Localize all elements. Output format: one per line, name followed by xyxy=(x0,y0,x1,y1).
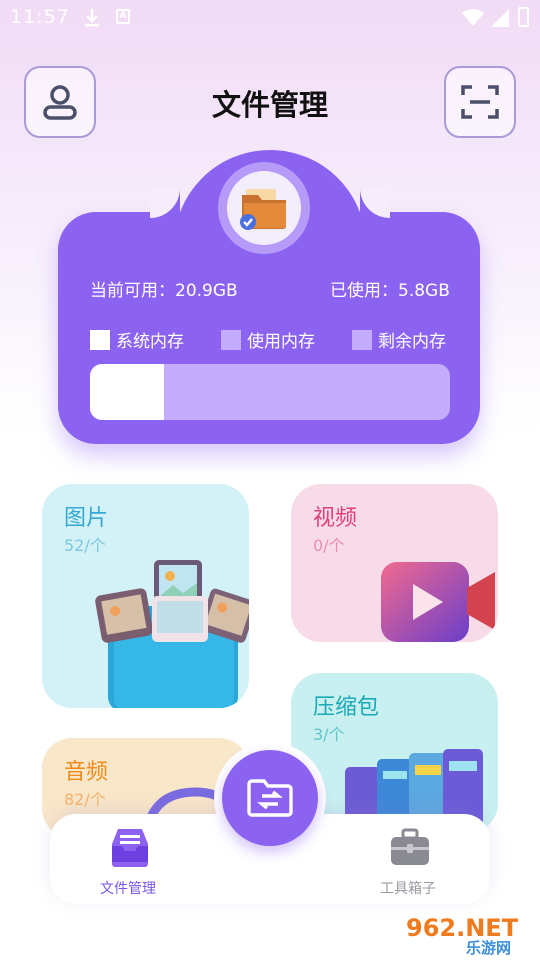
category-audio-name: 音频 xyxy=(64,760,109,785)
scan-button[interactable] xyxy=(444,66,516,138)
notification-a-icon: A xyxy=(116,9,130,24)
video-camera-icon xyxy=(381,562,495,642)
folder-transfer-icon xyxy=(247,779,293,817)
category-video-count: 0/个 xyxy=(313,536,345,555)
legend-free-memory: 剩余内存 xyxy=(352,327,446,352)
folder-avatar xyxy=(218,162,310,254)
nav-toolbox-label: 工具箱子 xyxy=(380,881,436,897)
file-transfer-fab[interactable] xyxy=(222,750,318,846)
category-audio-count: 82/个 xyxy=(64,790,106,809)
toolbox-icon xyxy=(391,828,429,865)
watermark-logo: 962.NET 乐游网 xyxy=(402,912,534,957)
storage-usage-bar xyxy=(90,364,450,420)
storage-usage-fill xyxy=(90,364,164,420)
category-images-name: 图片 xyxy=(64,506,109,531)
download-icon xyxy=(85,9,99,27)
legend-label-free: 剩余内存 xyxy=(378,332,446,352)
nav-file-manager[interactable]: 文件管理 xyxy=(90,814,170,904)
bump-corner-left xyxy=(150,188,180,218)
file-tray-icon xyxy=(112,829,148,867)
category-video-name: 视频 xyxy=(313,506,358,531)
legend-system-memory: 系统内存 xyxy=(90,327,184,352)
watermark-top: 962.NET xyxy=(406,914,519,942)
scan-icon xyxy=(461,85,499,119)
legend-label-used: 使用内存 xyxy=(247,332,315,352)
legend-swatch-free xyxy=(352,329,372,350)
status-bar: 11:57 A xyxy=(0,0,540,36)
folder-avatar-inner xyxy=(227,171,301,245)
wifi-icon xyxy=(462,9,484,26)
used-storage-text: 已使用：5.8GB xyxy=(330,281,450,301)
nav-toolbox[interactable]: 工具箱子 xyxy=(370,814,450,904)
category-images-count: 52/个 xyxy=(64,536,106,555)
status-time: 11:57 xyxy=(10,6,70,28)
category-images-tile[interactable]: 图片 52/个 xyxy=(42,484,249,708)
nav-file-manager-label: 文件管理 xyxy=(100,881,156,897)
available-storage-text: 当前可用：20.9GB xyxy=(90,281,238,301)
category-archive-name: 压缩包 xyxy=(313,695,380,720)
watermark-bottom: 乐游网 xyxy=(466,939,511,956)
signal-icon xyxy=(491,9,509,27)
folder-check-icon xyxy=(240,189,286,230)
bump-corner-right xyxy=(360,188,390,218)
legend-label-system: 系统内存 xyxy=(116,332,184,352)
legend-used-memory: 使用内存 xyxy=(221,327,315,352)
legend-swatch-system xyxy=(90,329,110,350)
battery-icon xyxy=(518,7,529,27)
category-video-tile[interactable]: 视频 0/个 xyxy=(291,484,498,642)
category-archive-count: 3/个 xyxy=(313,725,345,744)
legend-swatch-used xyxy=(221,329,241,350)
images-folder-icon xyxy=(95,560,249,708)
